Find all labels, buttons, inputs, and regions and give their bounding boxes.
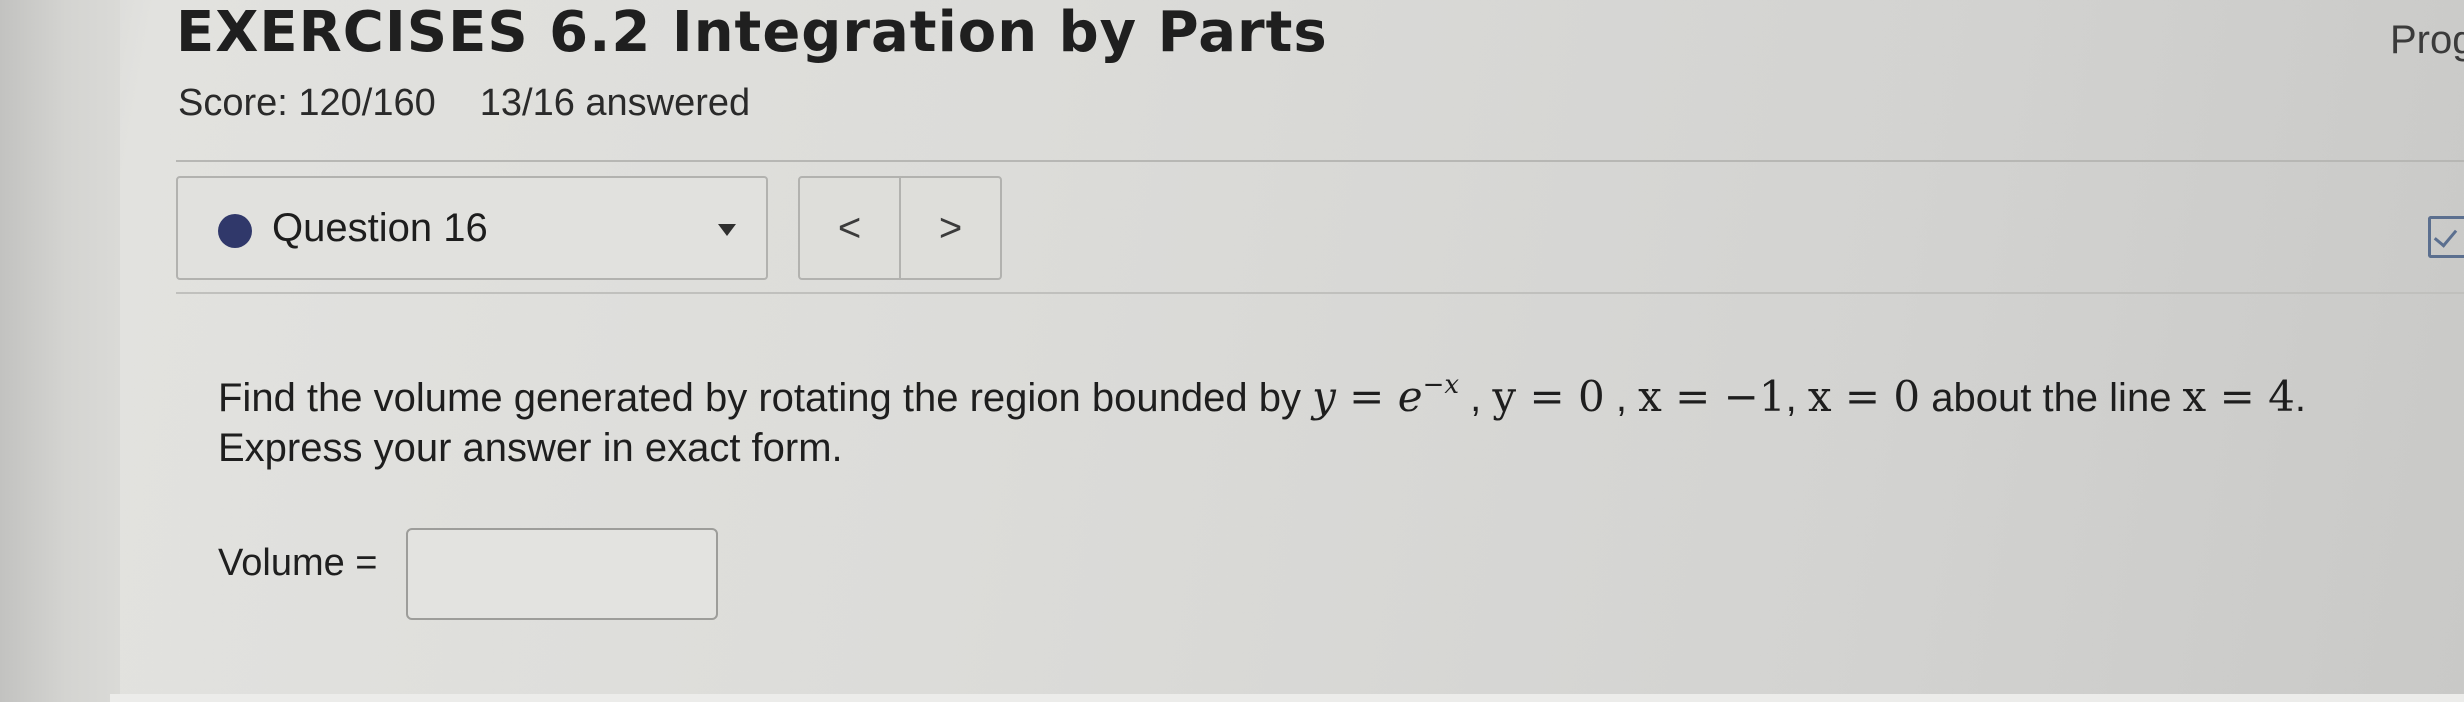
assignment-page: EXERCISES 6.2 Integration by Parts Score… bbox=[120, 0, 2464, 702]
chevron-down-icon bbox=[718, 224, 736, 236]
header-divider bbox=[176, 160, 2464, 162]
equation-curve: y = e−x bbox=[1312, 370, 1460, 421]
bottom-strip bbox=[110, 694, 2464, 702]
nav-divider bbox=[176, 292, 2464, 294]
equation-x-right: x = 0 bbox=[1807, 372, 1921, 421]
prompt-text-mid: about the line bbox=[1920, 376, 2183, 420]
next-question-button[interactable]: > bbox=[901, 178, 1000, 278]
equation-axis: x = 4 bbox=[2182, 372, 2295, 421]
equation-y-zero: y = 0 bbox=[1492, 372, 1605, 421]
score-text: Score: 120/160 bbox=[178, 82, 436, 124]
page-title: EXERCISES 6.2 Integration by Parts bbox=[176, 0, 1328, 65]
status-dot-icon bbox=[218, 214, 252, 248]
prompt-text-start: Find the volume generated by rotating th… bbox=[218, 376, 1313, 420]
question-select-dropdown[interactable]: Question 16 bbox=[176, 176, 768, 280]
volume-label: Volume = bbox=[218, 542, 378, 584]
equation-x-left: x = −1 bbox=[1638, 372, 1786, 421]
question-nav-group: < > bbox=[798, 176, 1002, 280]
question-prompt: Find the volume generated by rotating th… bbox=[218, 370, 2306, 470]
previous-question-button[interactable]: < bbox=[800, 178, 901, 278]
checkmark-icon bbox=[2433, 223, 2458, 248]
progress-link[interactable]: Prog bbox=[2390, 18, 2464, 63]
score-line: Score: 120/160 13/16 answered bbox=[178, 82, 750, 125]
volume-answer-input[interactable] bbox=[406, 528, 718, 620]
screen-bezel bbox=[0, 0, 120, 702]
report-check-icon[interactable] bbox=[2428, 216, 2464, 258]
answered-count: 13/16 answered bbox=[479, 82, 751, 124]
question-select-label: Question 16 bbox=[272, 206, 488, 250]
